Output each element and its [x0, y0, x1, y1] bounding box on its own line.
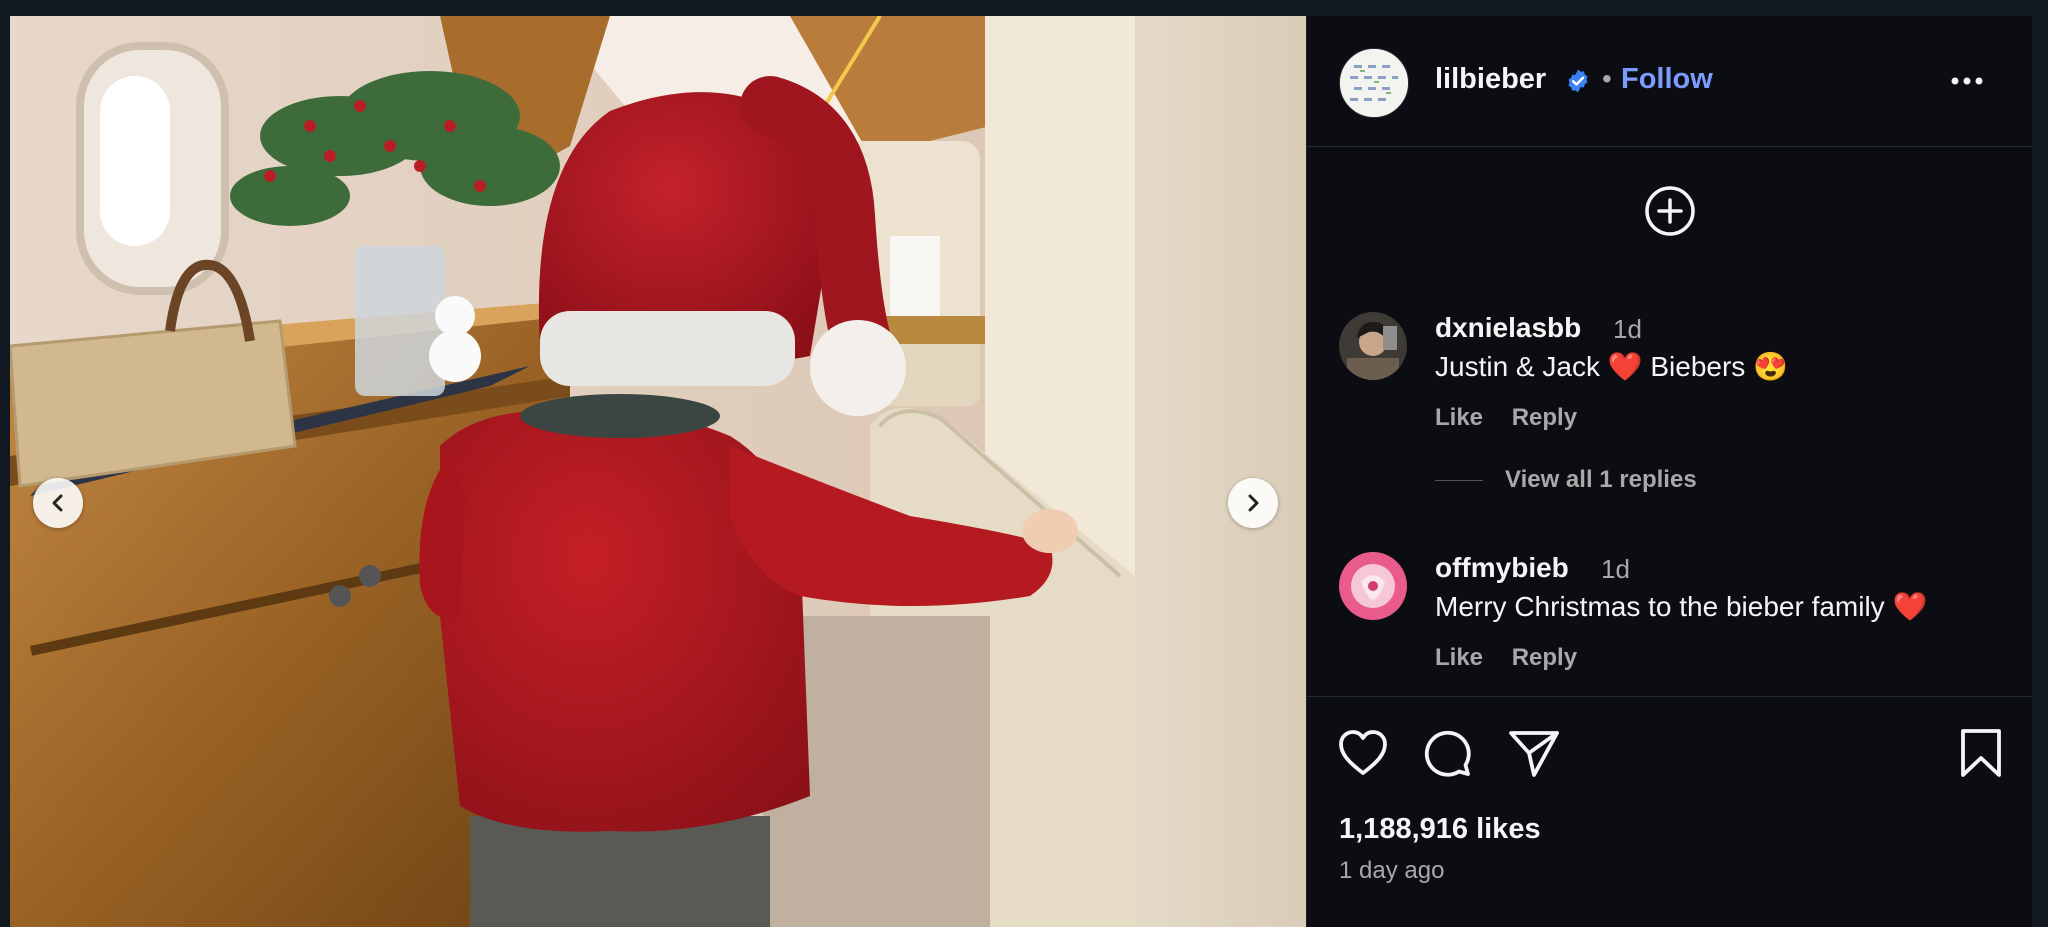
comment-time[interactable]: 1d: [1601, 554, 1630, 585]
comment-username[interactable]: offmybieb: [1435, 552, 1569, 584]
view-replies-button[interactable]: View all 1 replies: [1505, 466, 1697, 494]
likes-count[interactable]: 1,188,916 likes: [1339, 813, 1541, 846]
post-side-panel: lilbieber • Follow dxnielasbb 1d Justin …: [1306, 16, 2032, 927]
post-timestamp[interactable]: 1 day ago: [1339, 857, 1444, 885]
commenter-avatar[interactable]: [1339, 312, 1407, 380]
author-avatar-image: [1340, 49, 1408, 117]
post-modal: lilbieber • Follow dxnielasbb 1d Justin …: [10, 16, 2032, 927]
reply-comment-button[interactable]: Reply: [1512, 404, 1577, 431]
author-username[interactable]: lilbieber: [1435, 63, 1546, 96]
author-avatar[interactable]: [1339, 48, 1409, 118]
comment-actions: Like Reply: [1435, 644, 1599, 672]
post-photo: [10, 16, 1306, 927]
more-options-icon[interactable]: [1948, 66, 1986, 96]
add-comment-icon[interactable]: [1643, 184, 1697, 238]
chevron-left-icon: [52, 494, 63, 512]
next-photo-button[interactable]: [1228, 478, 1278, 528]
comment-text: Justin & Jack ❤️ Biebers 😍: [1435, 351, 1788, 382]
like-comment-button[interactable]: Like: [1435, 644, 1483, 671]
follow-button[interactable]: Follow: [1621, 63, 1713, 96]
bookmark-icon[interactable]: [1959, 727, 2003, 779]
separator-dot: •: [1602, 63, 1612, 94]
post-header: lilbieber • Follow: [1307, 16, 2032, 147]
commenter-avatar-image: [1339, 552, 1407, 620]
comment-actions: Like Reply: [1435, 404, 1599, 432]
comment-icon[interactable]: [1421, 727, 1473, 779]
commenter-avatar-image: [1339, 312, 1407, 380]
replies-divider: [1435, 480, 1483, 481]
post-actions-bar: 1,188,916 likes 1 day ago: [1307, 696, 2032, 927]
like-comment-button[interactable]: Like: [1435, 404, 1483, 431]
comment-time[interactable]: 1d: [1613, 314, 1642, 345]
verified-badge-icon: [1568, 69, 1588, 93]
share-icon[interactable]: [1507, 727, 1561, 779]
comment-text: Merry Christmas to the bieber family ❤️: [1435, 591, 1928, 622]
chevron-right-icon: [1248, 494, 1259, 512]
reply-comment-button[interactable]: Reply: [1512, 644, 1577, 671]
previous-photo-button[interactable]: [33, 478, 83, 528]
heart-icon[interactable]: [1337, 729, 1389, 777]
photo-illustration: [10, 16, 1306, 927]
commenter-avatar[interactable]: [1339, 552, 1407, 620]
comment-username[interactable]: dxnielasbb: [1435, 312, 1581, 344]
